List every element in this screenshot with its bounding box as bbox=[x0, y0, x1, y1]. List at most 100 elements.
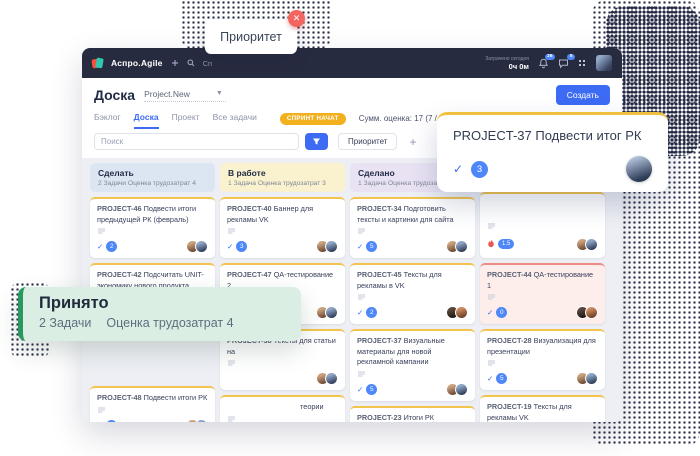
description-icon bbox=[227, 228, 236, 235]
task-code: PROJECT-28 bbox=[487, 336, 532, 345]
assignee-avatars bbox=[446, 383, 468, 396]
checklist-count-badge: 3 bbox=[236, 241, 247, 252]
assignee-avatars bbox=[316, 240, 338, 253]
task-title: PROJECT-19Тексты для рекламы VK bbox=[487, 402, 598, 422]
user-avatar[interactable] bbox=[596, 55, 612, 71]
description-icon bbox=[487, 223, 496, 230]
column-meta: 1 Задача Оценка трудозатрат 3 bbox=[228, 180, 337, 187]
time-tracker: Затрачено сегодня 0ч 0м bbox=[485, 56, 529, 71]
column-3: Сделано1 Задача Оценка трудозатратPROJEC… bbox=[350, 163, 475, 422]
avatar bbox=[585, 372, 598, 385]
avatar bbox=[325, 240, 338, 253]
assignee-avatars bbox=[316, 372, 338, 385]
assignee-avatars bbox=[446, 306, 468, 319]
task-card[interactable]: PROJECT-37Визуальные материалы для новой… bbox=[350, 329, 475, 401]
avatar bbox=[195, 419, 208, 422]
card-footer: ✓5 bbox=[357, 383, 468, 396]
add-icon[interactable] bbox=[171, 59, 179, 67]
check-icon: ✓ bbox=[227, 242, 233, 251]
tab-2[interactable]: Доска bbox=[134, 112, 159, 129]
project-name: Project.New bbox=[144, 89, 190, 99]
search-input[interactable] bbox=[94, 133, 299, 150]
description-icon bbox=[227, 416, 236, 422]
card-footer: ✓3 bbox=[227, 240, 338, 253]
card-footer: ✓0 bbox=[97, 419, 208, 422]
card-footer: ✓0 bbox=[487, 306, 598, 319]
task-code: PROJECT-40 bbox=[227, 204, 272, 213]
check-icon: ✓ bbox=[357, 242, 363, 251]
check-icon: ✓ bbox=[357, 385, 363, 394]
card-footer: 1.5 bbox=[487, 235, 598, 253]
task-card-callout[interactable]: PROJECT-37 Подвести итог РК ✓ 3 bbox=[437, 112, 668, 192]
task-card[interactable]: PROJECT-19Тексты для рекламы VK✓5 bbox=[480, 395, 605, 422]
card-footer: ✓2 bbox=[97, 240, 208, 253]
task-code: PROJECT-23 bbox=[357, 413, 402, 422]
description-icon bbox=[487, 360, 496, 367]
checklist-count-badge: 0 bbox=[106, 420, 117, 422]
assignee-avatars bbox=[576, 238, 598, 251]
check-icon: ✓ bbox=[453, 162, 463, 176]
avatar bbox=[455, 306, 468, 319]
project-selector[interactable]: Project.New ▼ bbox=[144, 89, 226, 102]
fire-priority-icon bbox=[487, 235, 495, 253]
assignee-avatars bbox=[186, 240, 208, 253]
add-filter-button[interactable]: + bbox=[409, 136, 416, 148]
tab-3[interactable]: Проект bbox=[172, 112, 200, 129]
column-title: Сделать bbox=[98, 168, 207, 178]
priority-filter-chip[interactable]: Приоритет bbox=[338, 133, 397, 150]
assignee-avatars bbox=[316, 306, 338, 319]
checklist-count-badge: 0 bbox=[496, 307, 507, 318]
create-button[interactable]: Создать bbox=[556, 85, 610, 105]
brand-name: Аспро.Agile bbox=[111, 58, 163, 68]
avatar bbox=[585, 306, 598, 319]
messages-icon[interactable]: 5 bbox=[558, 58, 569, 69]
page-title: Доска bbox=[94, 87, 135, 103]
task-title: PROJECT-28Визуализация для презентации bbox=[487, 336, 598, 357]
column-header: Сделать2 Задачи Оценка трудозатрат 4 bbox=[90, 163, 215, 192]
checklist-count-badge: 2 bbox=[366, 307, 377, 318]
description-icon bbox=[487, 294, 496, 301]
task-card[interactable]: PROJECT-28Визуализация для презентации✓5 bbox=[480, 329, 605, 390]
avatar bbox=[455, 383, 468, 396]
column-title: В работе bbox=[228, 168, 337, 178]
task-card[interactable]: 1.5 bbox=[480, 192, 605, 258]
apps-grid-icon[interactable] bbox=[578, 59, 587, 68]
task-title: PROJECT-44QA-тестирование 1 bbox=[487, 270, 598, 291]
accepted-task-count: 2 Задачи bbox=[39, 316, 91, 330]
nav-text-fragment: Сп bbox=[203, 59, 212, 68]
avatar bbox=[195, 240, 208, 253]
task-code: PROJECT-46 bbox=[97, 204, 142, 213]
notifications-bell-icon[interactable]: 26 bbox=[538, 58, 549, 69]
check-icon: ✓ bbox=[97, 421, 103, 422]
checklist-count-badge: 2 bbox=[106, 241, 117, 252]
task-title: PROJECT-45Тексты для рекламы в VK bbox=[357, 270, 468, 291]
assignee-avatars bbox=[186, 419, 208, 422]
messages-badge: 5 bbox=[567, 54, 575, 61]
task-card[interactable]: PROJECT-34Подготовить тексты и картинки … bbox=[350, 197, 475, 258]
card-footer: ✓5 bbox=[357, 240, 468, 253]
search-icon[interactable] bbox=[187, 59, 195, 67]
assignee-avatars bbox=[446, 240, 468, 253]
task-card[interactable]: теории✓3 bbox=[220, 395, 345, 422]
time-label: Затрачено сегодня bbox=[485, 56, 529, 62]
task-code: PROJECT-42 bbox=[97, 270, 142, 279]
filter-button[interactable] bbox=[305, 133, 328, 150]
tooltip-label: Приоритет bbox=[220, 30, 282, 44]
task-card[interactable]: PROJECT-48Подвести итоги РК✓0 bbox=[90, 386, 215, 422]
task-card[interactable]: PROJECT-40Баннер для рекламы VK✓3 bbox=[220, 197, 345, 258]
avatar bbox=[325, 306, 338, 319]
task-card[interactable]: PROJECT-23Итоги РК✓0 bbox=[350, 406, 475, 422]
check-icon: ✓ bbox=[357, 308, 363, 317]
task-card[interactable]: PROJECT-44QA-тестирование 1 ✓0 bbox=[480, 263, 605, 324]
tab-1[interactable]: Бэклог bbox=[94, 112, 121, 129]
tab-4[interactable]: Все задачи bbox=[213, 112, 257, 129]
task-code: PROJECT-37 bbox=[357, 336, 402, 345]
accepted-estimate: Оценка трудозатрат 4 bbox=[106, 316, 233, 330]
checklist-count-badge: 5 bbox=[496, 373, 507, 384]
close-icon[interactable]: ✕ bbox=[288, 10, 305, 27]
description-icon bbox=[97, 228, 106, 235]
avatar bbox=[325, 372, 338, 385]
task-card[interactable]: PROJECT-46Подвести итоги предыдущей РК (… bbox=[90, 197, 215, 258]
task-card[interactable]: PROJECT-45Тексты для рекламы в VK ✓2 bbox=[350, 263, 475, 324]
assignee-avatars bbox=[576, 306, 598, 319]
